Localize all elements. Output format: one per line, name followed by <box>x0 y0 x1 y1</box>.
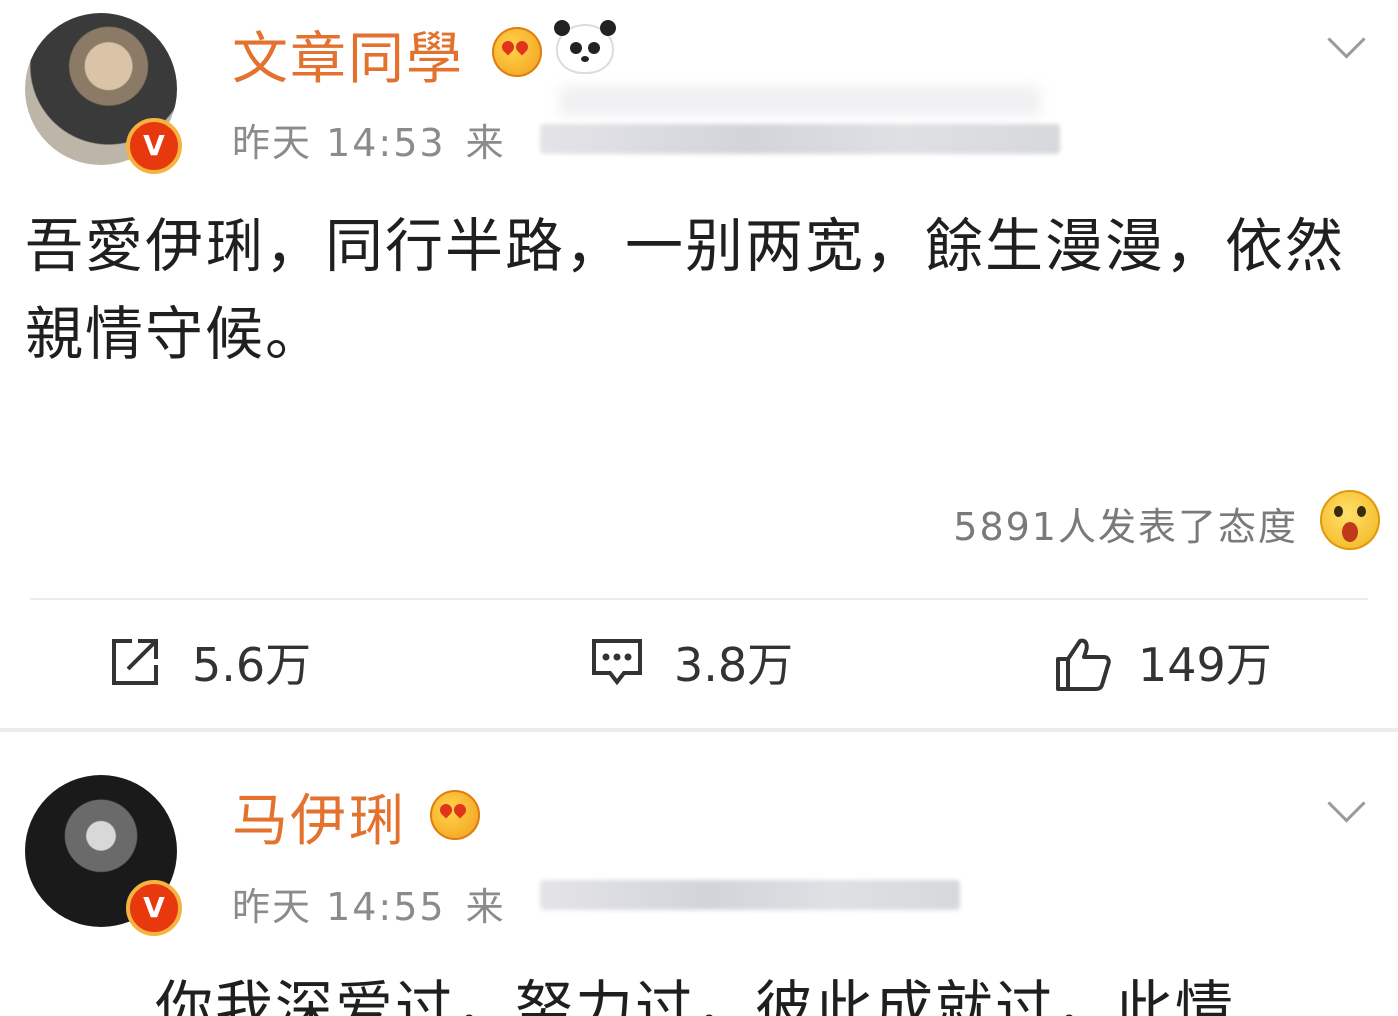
post-meta: 昨天 14:53 来 <box>232 112 506 167</box>
post-meta: 昨天 14:55 来 <box>232 876 506 931</box>
repost-count: 5.6万 <box>192 638 312 692</box>
comment-count: 3.8万 <box>674 638 794 692</box>
chevron-down-icon[interactable] <box>1327 784 1366 823</box>
share-arrow-icon <box>108 635 162 689</box>
like-count: 149万 <box>1138 638 1272 692</box>
chevron-down-icon[interactable] <box>1327 20 1366 59</box>
thumbs-up-icon <box>1054 635 1111 691</box>
surprised-emoji-icon[interactable] <box>1320 490 1380 550</box>
username[interactable]: 文章同學 <box>232 14 464 95</box>
username[interactable]: 马伊琍 <box>232 776 406 857</box>
comment-bubble-icon <box>590 635 644 689</box>
post-source-label: 来 <box>465 121 506 165</box>
post-time: 昨天 14:53 <box>232 121 446 165</box>
blurred-source <box>540 124 1060 154</box>
like-button[interactable]: 149万 <box>1054 630 1272 694</box>
weibo-post: V 文章同學 昨天 14:53 来 吾愛伊琍，同行半路，一别两宽，餘生漫漫，依然親… <box>0 0 1398 730</box>
blurred-source <box>540 880 960 910</box>
verified-badge: V <box>126 118 182 174</box>
divider <box>30 598 1368 600</box>
verified-badge: V <box>126 880 182 936</box>
repost-button[interactable]: 5.6万 <box>108 630 311 694</box>
member-badge-icon <box>492 27 542 77</box>
weibo-post: V 马伊琍 昨天 14:55 来 你我深爱过，努力过，彼此成就过，此情 <box>0 732 1398 1016</box>
post-time: 昨天 14:55 <box>232 885 446 929</box>
member-badge-icon <box>430 790 480 840</box>
reactions-summary[interactable]: 5891人发表了态度 <box>953 496 1298 551</box>
comment-button[interactable]: 3.8万 <box>590 630 793 694</box>
post-content: 你我深爱过，努力过，彼此成就过，此情 <box>155 974 1236 1016</box>
panda-badge-icon <box>554 20 616 74</box>
post-source-label: 来 <box>465 885 506 929</box>
blurred-region <box>560 86 1040 116</box>
post-content: 吾愛伊琍，同行半路，一别两宽，餘生漫漫，依然親情守候。 <box>25 212 1346 368</box>
